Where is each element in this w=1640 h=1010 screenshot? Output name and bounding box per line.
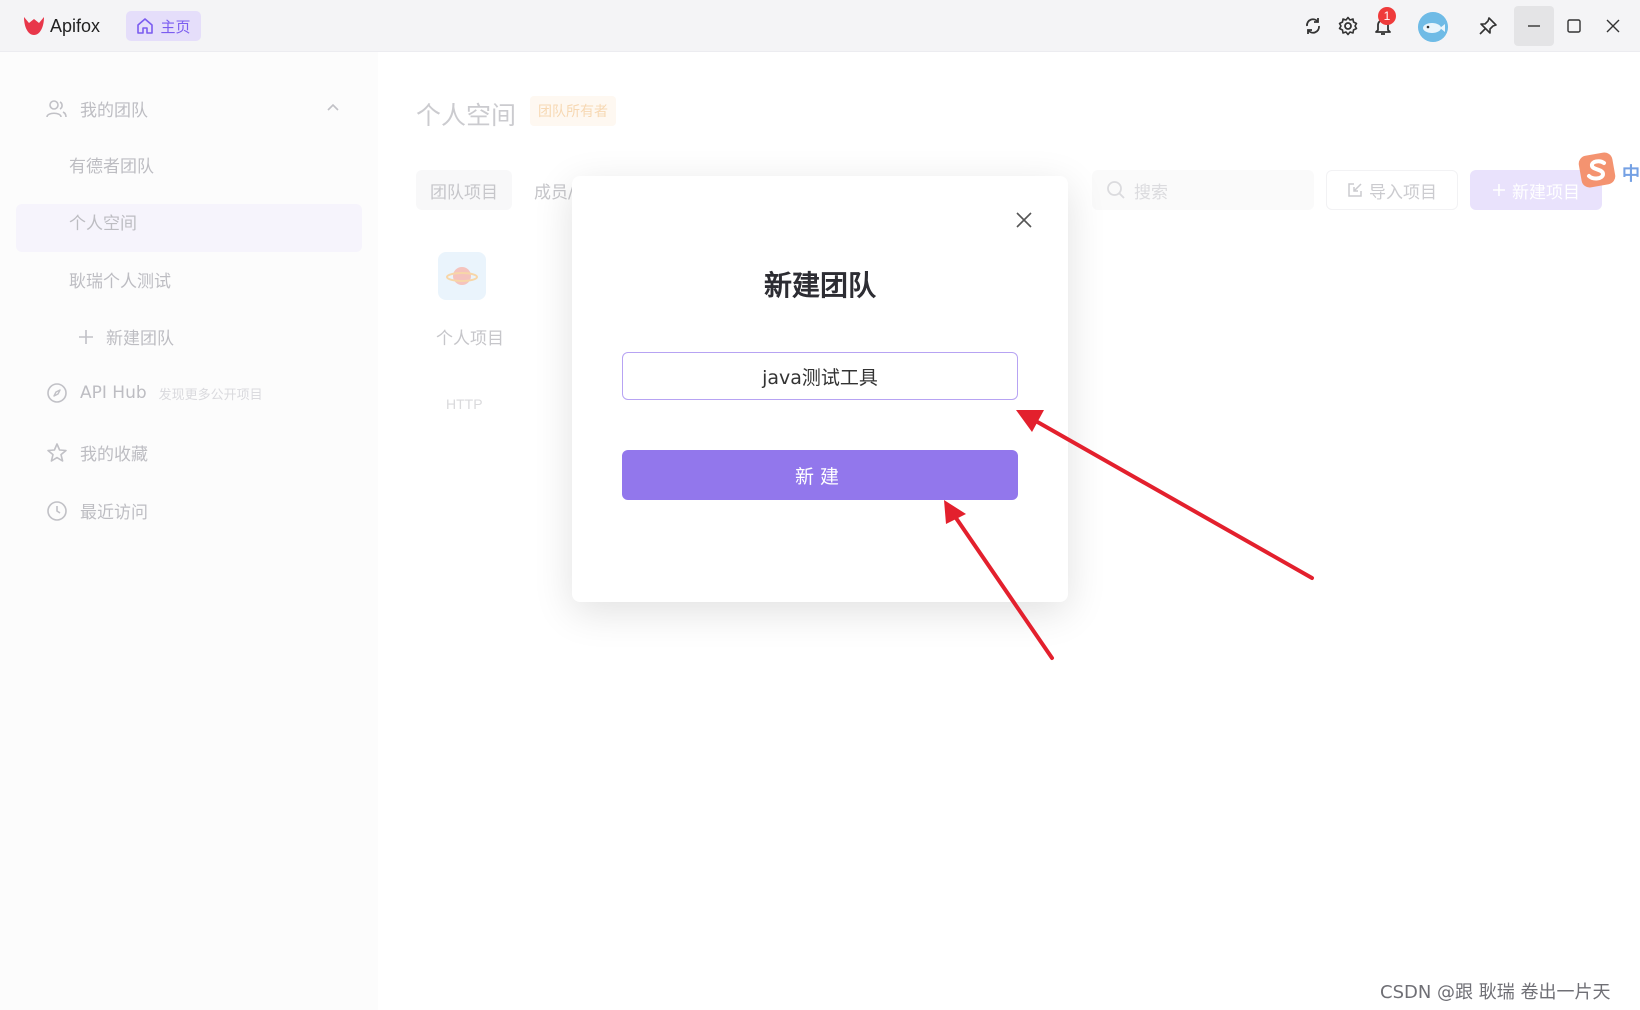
settings-button[interactable] bbox=[1335, 13, 1361, 39]
maximize-button[interactable] bbox=[1561, 13, 1587, 39]
close-icon bbox=[1606, 19, 1620, 33]
pin-icon bbox=[1479, 17, 1497, 35]
tab-home-label: 主页 bbox=[160, 17, 191, 36]
new-team-dialog: 新建团队 新建 bbox=[572, 176, 1068, 602]
tab-home[interactable]: 主页 bbox=[126, 11, 201, 41]
pin-button[interactable] bbox=[1475, 13, 1501, 39]
home-icon bbox=[137, 18, 154, 34]
sync-icon bbox=[1306, 18, 1320, 34]
minimize-button[interactable] bbox=[1514, 6, 1554, 46]
minimize-icon bbox=[1528, 25, 1540, 27]
close-window-button[interactable] bbox=[1600, 13, 1626, 39]
avatar-fish-icon bbox=[1418, 12, 1448, 42]
notification-badge: 1 bbox=[1378, 7, 1396, 25]
apifox-logo-icon bbox=[24, 17, 44, 35]
watermark: CSDN @跟 耿瑞 卷出一片天 bbox=[1380, 982, 1611, 1003]
create-team-button[interactable]: 新建 bbox=[622, 450, 1018, 500]
avatar[interactable] bbox=[1418, 12, 1448, 42]
sync-button[interactable] bbox=[1300, 13, 1326, 39]
title-bar: Apifox 主页 1 bbox=[0, 0, 1640, 52]
close-icon bbox=[1016, 212, 1032, 228]
dialog-close-button[interactable] bbox=[1010, 206, 1038, 234]
maximize-icon bbox=[1567, 19, 1581, 33]
app-name: Apifox bbox=[50, 15, 101, 36]
gear-icon bbox=[1338, 16, 1358, 36]
dialog-title: 新建团队 bbox=[763, 269, 876, 302]
app-logo: Apifox bbox=[22, 14, 100, 38]
team-name-input[interactable] bbox=[622, 352, 1018, 400]
